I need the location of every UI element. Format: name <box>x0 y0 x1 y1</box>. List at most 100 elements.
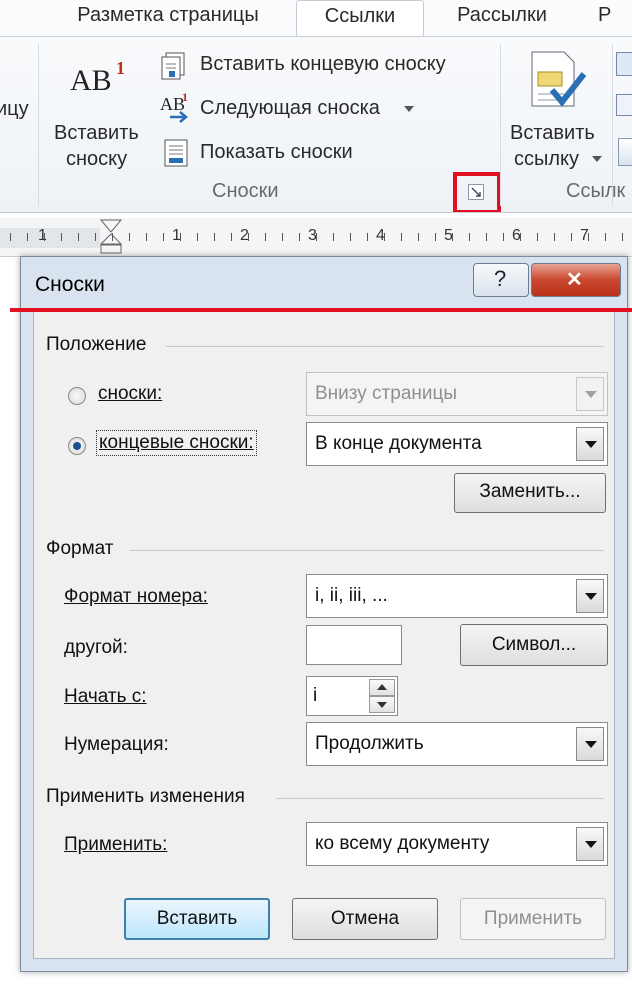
ruler-tick <box>78 233 79 241</box>
ribbon: Разметка страницы Ссылки Рассылки Р ицу … <box>0 0 632 213</box>
start-at-input[interactable]: i <box>306 676 398 716</box>
insert-footnote-icon: AB 1 <box>70 58 125 97</box>
insert-endnote-icon <box>161 52 185 80</box>
ruler-tick <box>214 233 215 241</box>
bibliography-icon[interactable] <box>618 138 632 166</box>
ruler-tick <box>299 233 300 241</box>
ruler-tick <box>520 233 521 241</box>
group-separator <box>612 44 613 206</box>
numbering-value: Продолжить <box>315 733 424 754</box>
indent-marker-icon[interactable] <box>98 218 124 256</box>
group-footnotes-label: Сноски <box>212 180 279 202</box>
tab-review-cut[interactable]: Р <box>598 0 632 36</box>
ruler-tick <box>435 233 436 241</box>
ruler-tick <box>605 233 606 241</box>
next-footnote-button[interactable]: AB 1 Следующая сноска <box>160 90 430 126</box>
cancel-button[interactable]: Отмена <box>292 898 438 940</box>
group-citations-label: Ссылк <box>566 180 626 202</box>
ruler-tick <box>146 233 147 241</box>
ribbon-cut-text: ицу <box>0 98 29 120</box>
footnotes-dialog: Сноски ? ✕ Положение сноски: Внизу стран… <box>20 256 628 972</box>
ruler-tick <box>503 233 504 241</box>
dialog-title: Сноски <box>35 273 105 296</box>
ruler-tick <box>248 233 249 241</box>
chevron-down-icon <box>576 827 604 861</box>
replace-button[interactable]: Заменить... <box>454 473 606 513</box>
chevron-down-icon <box>576 579 604 613</box>
ruler-tick <box>486 233 487 241</box>
horizontal-ruler[interactable]: 1 1 2 3 4 5 6 7 <box>0 218 632 257</box>
tabstrip-divider <box>0 36 632 37</box>
insert-footnote-button[interactable]: AB 1 Вставить сноску <box>48 46 158 176</box>
style-icon[interactable] <box>616 94 632 116</box>
number-format-select[interactable]: i, ii, iii, ... <box>306 574 608 618</box>
apply-to-label: Применить: <box>64 834 168 855</box>
group-separator <box>38 44 39 206</box>
ruler-tick <box>27 233 28 241</box>
manage-sources-icon[interactable] <box>616 52 632 76</box>
start-at-label: Начать с: <box>64 686 147 707</box>
start-at-value: i <box>313 685 318 706</box>
tab-references[interactable]: Ссылки <box>296 0 424 37</box>
insert-footnote-label-1: Вставить <box>54 122 139 144</box>
numbering-label: Нумерация: <box>64 734 169 755</box>
chevron-down-icon <box>404 106 414 112</box>
show-notes-icon <box>164 139 188 167</box>
ruler-tick <box>44 233 45 241</box>
footnotes-label: сноски: <box>98 383 162 405</box>
divider <box>276 798 604 799</box>
dialog-launcher-icon[interactable] <box>468 184 484 200</box>
spin-up-button[interactable] <box>369 679 395 696</box>
custom-mark-label: другой: <box>64 637 128 658</box>
endnotes-label: концевые сноски: <box>96 430 257 456</box>
endnotes-location-value: В конце документа <box>315 433 482 454</box>
next-footnote-icon: AB 1 <box>160 90 194 124</box>
ruler-tick <box>384 233 385 241</box>
symbol-button[interactable]: Символ... <box>460 624 608 666</box>
insert-citation-label-1: Вставить <box>510 122 595 144</box>
ruler-tick <box>588 233 589 241</box>
section-format: Формат <box>46 538 114 559</box>
apply-button[interactable]: Применить <box>460 898 606 940</box>
insert-citation-label-2: ссылку <box>514 148 580 170</box>
footnotes-location-select[interactable]: Внизу страницы <box>306 372 608 416</box>
footnotes-radio[interactable] <box>68 387 86 405</box>
insert-endnote-button[interactable]: Вставить концевую сноску <box>160 50 490 82</box>
tab-mailings[interactable]: Рассылки <box>424 0 580 36</box>
ruler-tick <box>129 233 130 241</box>
number-format-label: Формат номера: <box>64 586 208 607</box>
ruler-tick <box>197 233 198 241</box>
endnotes-radio[interactable] <box>68 437 86 455</box>
chevron-down-icon <box>576 377 604 411</box>
close-icon: ✕ <box>566 269 583 291</box>
chevron-down-icon <box>377 702 387 708</box>
insert-citation-button[interactable]: Вставить ссылку <box>508 46 612 176</box>
insert-citation-icon <box>531 51 586 107</box>
tab-page-layout[interactable]: Разметка страницы <box>40 0 296 36</box>
insert-button[interactable]: Вставить <box>124 898 270 940</box>
endnotes-location-select[interactable]: В конце документа <box>306 422 608 466</box>
ruler-tick <box>401 233 402 241</box>
next-footnote-label: Следующая сноска <box>200 97 380 119</box>
endnotes-label-text: концевые сноски: <box>99 432 254 453</box>
insert-footnote-label-2: сноску <box>66 148 128 170</box>
ruler-margin <box>0 228 100 248</box>
close-button[interactable]: ✕ <box>531 263 621 297</box>
custom-mark-input[interactable] <box>306 625 402 665</box>
help-button[interactable]: ? <box>473 263 529 297</box>
apply-to-select[interactable]: ко всему документу <box>306 822 608 866</box>
highlight-underline <box>10 308 632 312</box>
ruler-tick <box>61 233 62 241</box>
chevron-up-icon <box>377 684 387 690</box>
ruler-tick <box>622 233 623 241</box>
chevron-down-icon <box>592 156 602 162</box>
show-notes-button[interactable]: Показать сноски <box>160 138 400 170</box>
spin-down-button[interactable] <box>369 696 395 713</box>
show-notes-label: Показать сноски <box>200 141 353 163</box>
numbering-select[interactable]: Продолжить <box>306 722 608 766</box>
ruler-tick <box>350 233 351 241</box>
number-format-value: i, ii, iii, ... <box>315 585 388 606</box>
chevron-down-icon <box>576 427 604 461</box>
ruler-tick <box>231 233 232 241</box>
dialog-body: Положение сноски: Внизу страницы концевы… <box>33 311 615 959</box>
